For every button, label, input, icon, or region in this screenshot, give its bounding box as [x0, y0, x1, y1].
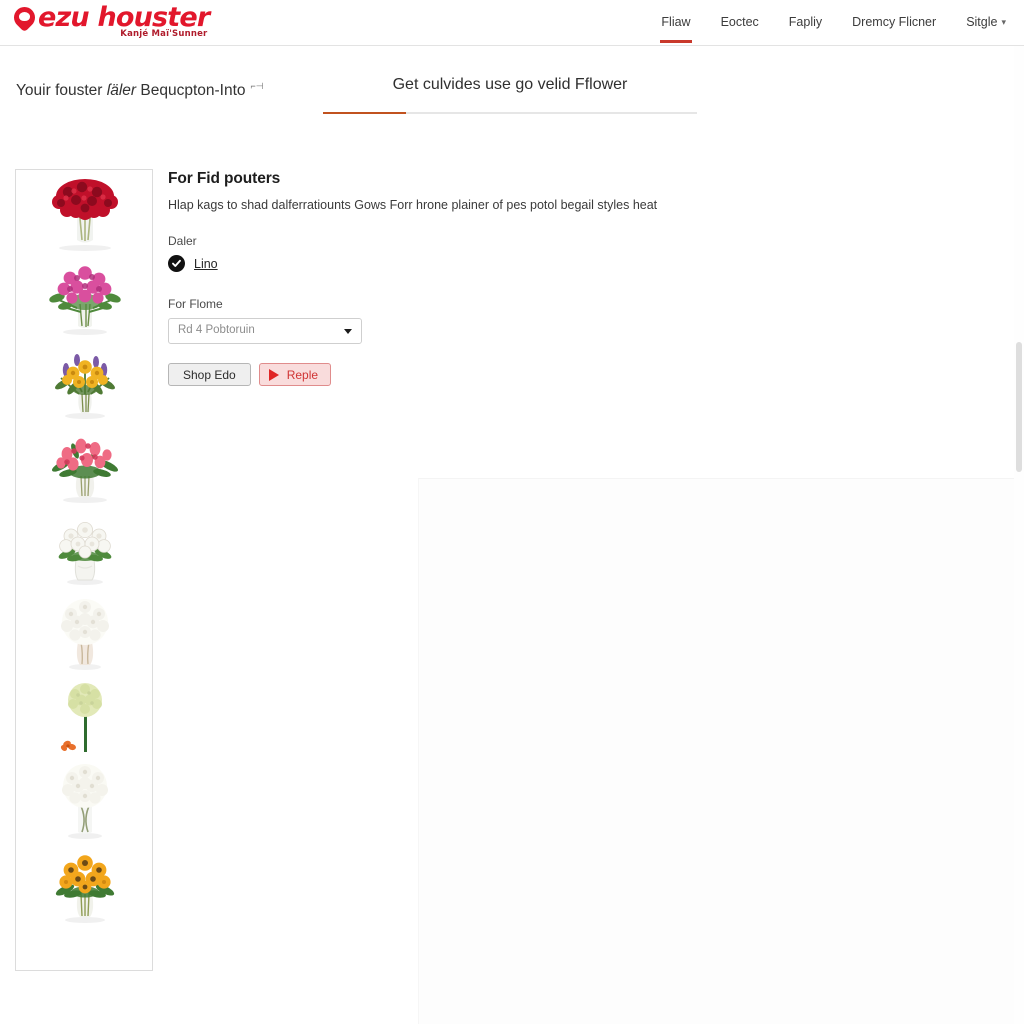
thumbnail-white-rose-globe-bouquet[interactable]	[16, 758, 152, 842]
nav-item-fliaw[interactable]: Fliaw	[660, 15, 692, 43]
breadcrumb-emphasis: ſäler	[106, 82, 137, 100]
reple-button[interactable]: Reple	[258, 363, 332, 386]
radio-group: Lino	[168, 255, 868, 272]
breadcrumb-superscript: ⌐⊣	[250, 81, 264, 91]
reple-button-label: Reple	[286, 367, 319, 382]
tab-strip: Get culvides use go velid Fflower	[323, 76, 697, 114]
play-icon	[268, 368, 279, 381]
brand-logo[interactable]: ezu houster Kanjé Maï'Sunner	[9, 2, 210, 39]
nav-item-label: Fliaw	[661, 15, 691, 29]
thumbnail-pink-lily-bouquet[interactable]	[16, 422, 152, 506]
subheader: Youir fouster ſäler Bequcpton-Into ⌐⊣ Get…	[0, 46, 1024, 122]
nav-item-sitgle[interactable]: Sitgle ▾	[966, 15, 1006, 43]
location-pin-icon	[9, 2, 40, 33]
nav-item-label: Fapliy	[788, 15, 823, 29]
page-description: Hlap kags to shad dalferratiounts Gows F…	[168, 198, 658, 212]
lower-content-panel	[418, 478, 1024, 1024]
radio-option-lino[interactable]: Lino	[194, 257, 218, 271]
page-title: For Fid pouters	[168, 170, 281, 187]
thumbnail-green-allium-stem[interactable]	[16, 674, 152, 758]
chevron-down-icon	[344, 329, 352, 334]
thumbnail-yellow-purple-mixed-bouquet[interactable]	[16, 338, 152, 422]
nav-item-label: Dremcy Flicner	[852, 15, 937, 29]
tab-active-indicator	[323, 112, 406, 114]
nav-item-eoctec[interactable]: Eoctec	[721, 15, 759, 43]
page-scrollbar-track[interactable]	[1014, 46, 1024, 1024]
flome-select[interactable]: Rd 4 Pobtoruin	[168, 318, 362, 344]
nav-item-dremcy-flicner[interactable]: Dremcy Flicner	[852, 15, 936, 43]
main-content: For Fid pouters Hlap kags to shad dalfer…	[168, 170, 868, 386]
shop-edo-button[interactable]: Shop Edo	[168, 363, 251, 386]
thumbnail-white-pomander-bouquet[interactable]	[16, 590, 152, 674]
primary-navigation: Fliaw Eoctec Fapliy Dremcy Flicner Sitgl…	[660, 0, 1006, 46]
nav-item-fapliy[interactable]: Fapliy	[789, 15, 822, 43]
checkmark-icon[interactable]	[168, 255, 185, 272]
thumbnail-white-carnation-bouquet[interactable]	[16, 506, 152, 590]
page-scrollbar-thumb[interactable]	[1016, 342, 1022, 472]
action-buttons: Shop Edo Reple	[168, 363, 868, 386]
thumbnail-sidebar	[15, 169, 153, 971]
tab-get-culvides[interactable]: Get culvides use go velid Fflower	[323, 76, 697, 112]
thumbnail-pink-rose-bouquet[interactable]	[16, 254, 152, 338]
breadcrumb-lead: Youir fouster	[16, 82, 107, 100]
site-header: ezu houster Kanjé Maï'Sunner Fliaw Eocte…	[0, 0, 1024, 46]
nav-item-label: Sitgle	[966, 15, 998, 29]
tab-rail	[323, 112, 697, 114]
select-label: For Flome	[168, 297, 223, 311]
breadcrumb[interactable]: Youir fouster ſäler Bequcpton-Into ⌐⊣	[16, 81, 264, 100]
nav-item-label: Eoctec	[720, 15, 759, 29]
select-value: Rd 4 Pobtoruin	[178, 324, 255, 336]
thumbnail-red-rose-bouquet[interactable]	[16, 170, 152, 254]
radio-group-label: Daler	[168, 234, 197, 248]
thumbnail-sunflower-bouquet[interactable]	[16, 842, 152, 926]
breadcrumb-trail: Bequcpton-Into	[136, 82, 246, 100]
chevron-down-icon: ▾	[1001, 17, 1006, 27]
